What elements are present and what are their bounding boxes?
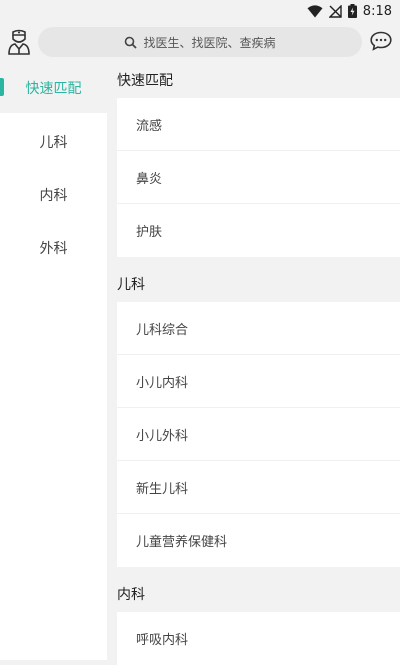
list-item[interactable]: 儿童营养保健科 [117,514,400,567]
wifi-icon [307,4,323,18]
sidebar-item-label: 外科 [39,240,68,257]
status-bar: 8:18 [0,0,400,22]
list-item[interactable]: 流感 [117,98,400,151]
department-list: 快速匹配 流感 鼻炎 护肤 儿科 儿科综合 小儿内科 小儿外科 新生儿科 儿童营… [117,62,400,665]
section-title-pediatrics: 儿科 [117,277,145,293]
sidebar-item-internal-medicine[interactable]: 内科 [0,168,107,221]
category-sidebar: 快速匹配 儿科 内科 外科 [0,62,107,660]
section-card-quick-match: 流感 鼻炎 护肤 [117,98,400,257]
list-item[interactable]: 小儿内科 [117,355,400,408]
chat-bubble-icon[interactable] [369,29,393,53]
battery-charging-icon [347,4,357,18]
search-icon [124,36,138,49]
list-item[interactable]: 新生儿科 [117,461,400,514]
sidebar-item-label: 快速匹配 [25,80,82,97]
section-card-pediatrics: 儿科综合 小儿内科 小儿外科 新生儿科 儿童营养保健科 [117,302,400,567]
list-item[interactable]: 儿科综合 [117,302,400,355]
sidebar-item-quick-match[interactable]: 快速匹配 [0,62,107,113]
status-time: 8:18 [362,3,392,19]
doctor-icon[interactable] [6,28,32,56]
list-item[interactable]: 小儿外科 [117,408,400,461]
no-signal-icon [328,4,342,18]
list-item[interactable]: 鼻炎 [117,151,400,204]
list-item[interactable]: 护肤 [117,204,400,257]
section-card-internal-medicine: 呼吸内科 [117,612,400,665]
search-placeholder: 找医生、找医院、查疾病 [143,35,276,50]
active-indicator [0,78,4,96]
sidebar-item-label: 内科 [39,187,68,204]
sidebar-item-label: 儿科 [39,134,68,151]
header: 找医生、找医院、查疾病 [0,22,400,62]
sidebar-item-pediatrics[interactable]: 儿科 [0,115,107,168]
search-bar[interactable]: 找医生、找医院、查疾病 [38,27,362,57]
list-item[interactable]: 呼吸内科 [117,612,400,665]
section-title-internal-medicine: 内科 [117,587,145,603]
section-title-quick-match: 快速匹配 [117,73,173,89]
sidebar-item-surgery[interactable]: 外科 [0,221,107,274]
